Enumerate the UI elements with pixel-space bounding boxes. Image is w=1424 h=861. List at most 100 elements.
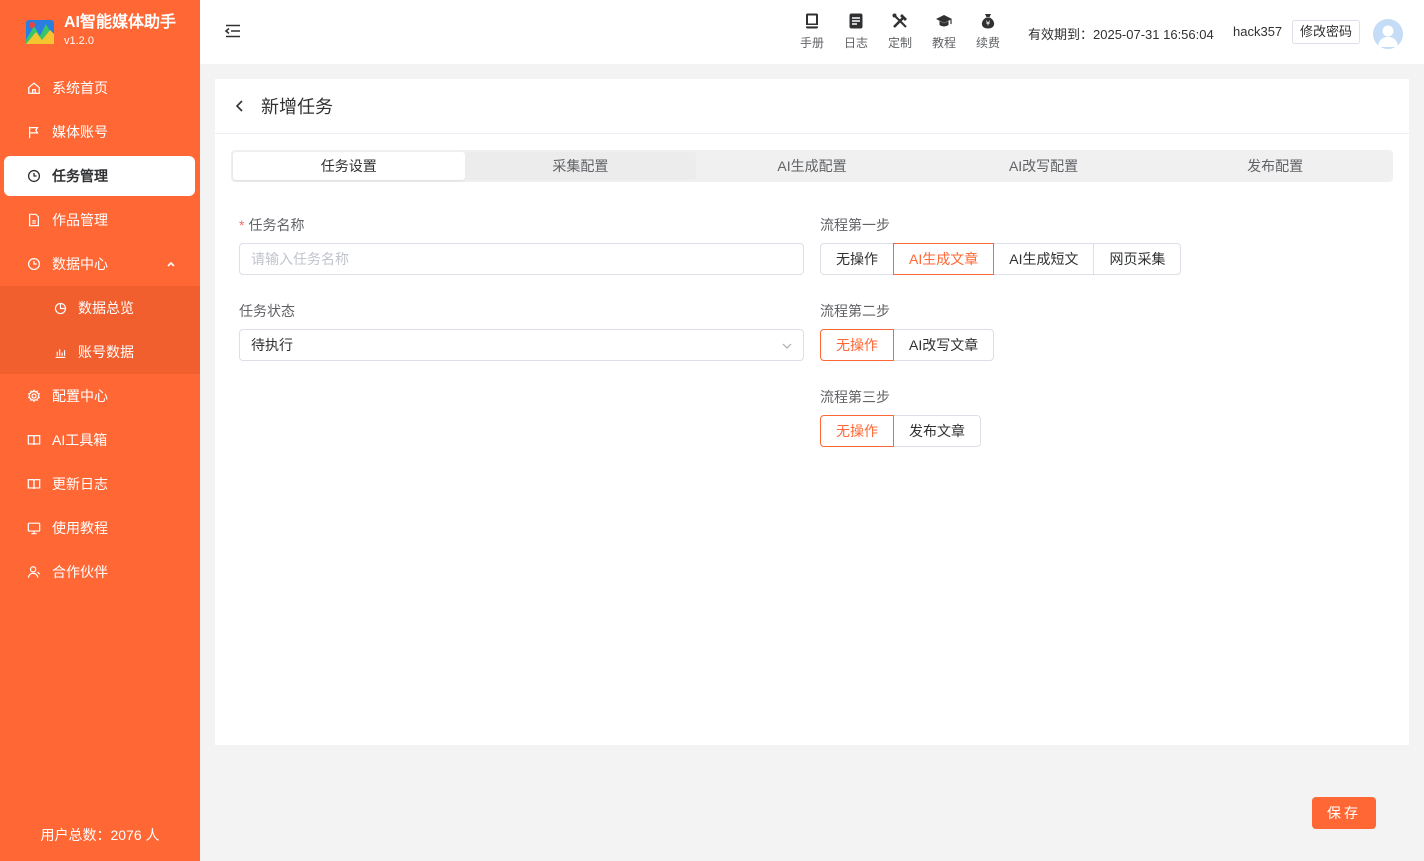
task-form-card: 新增任务 任务设置 采集配置 AI生成配置 AI改写配置 发布配置 * 任务名称 … [215,79,1409,745]
brand: AI智能媒体助手 v1.2.0 [24,14,176,50]
sidebar-menu: 系统首页 媒体账号 任务管理 作品管理 数据中心 数据总览 账号数据 配置中心 … [0,66,200,594]
step2-option-ai-rewrite[interactable]: AI改写文章 [893,329,995,361]
sidebar-item-data-center[interactable]: 数据中心 [0,242,200,286]
menu-collapse-icon[interactable] [224,22,242,40]
step2-option-none[interactable]: 无操作 [820,329,894,361]
sidebar-item-label: 数据总览 [78,300,134,316]
back-arrow-icon[interactable] [233,99,247,113]
sidebar-item-task-management[interactable]: 任务管理 [4,156,195,196]
avatar[interactable] [1373,19,1403,49]
clock-icon [26,256,42,272]
sidebar-item-account-data[interactable]: 账号数据 [0,330,200,374]
page-title: 新增任务 [261,97,333,117]
submenu-data-center: 数据总览 账号数据 [0,286,200,374]
sidebar-item-label: 系统首页 [52,80,108,96]
step3-radio-group: 无操作 发布文章 [820,415,981,447]
pie-chart-icon [52,300,68,316]
sidebar-item-label: 使用教程 [52,520,108,536]
config-tabs: 任务设置 采集配置 AI生成配置 AI改写配置 发布配置 [231,150,1393,182]
step3-option-publish[interactable]: 发布文章 [893,415,981,447]
sidebar-item-ai-toolbox[interactable]: AI工具箱 [0,418,200,462]
sidebar-item-config-center[interactable]: 配置中心 [0,374,200,418]
tab-publish-config[interactable]: 发布配置 [1159,152,1391,180]
chevron-up-icon [166,256,176,272]
user-icon [26,564,42,580]
tool-renew[interactable]: ¥ 续费 [966,12,1010,51]
step1-radio-group: 无操作 AI生成文章 AI生成短文 网页采集 [820,243,1182,275]
sidebar-item-works[interactable]: 作品管理 [0,198,200,242]
step3-option-none[interactable]: 无操作 [820,415,894,447]
tool-label: 日志 [843,36,868,50]
tool-customize[interactable]: 定制 [878,12,922,51]
book-icon [26,476,42,492]
graduation-cap-icon [936,15,952,27]
user-avatar-icon [1378,25,1398,47]
gear-icon [26,388,42,404]
sidebar-item-label: AI工具箱 [52,432,108,448]
step3-label: 流程第三步 [820,389,890,405]
tab-task-settings[interactable]: 任务设置 [233,152,465,180]
sidebar-item-changelog[interactable]: 更新日志 [0,462,200,506]
tool-tutorial[interactable]: 教程 [922,12,966,51]
log-icon [849,13,863,29]
sidebar-item-label: 配置中心 [52,388,108,404]
tools-icon [892,13,907,28]
sidebar-item-media-accounts[interactable]: 媒体账号 [0,110,200,154]
sidebar-item-label: 媒体账号 [52,124,108,140]
tab-ai-generate-config[interactable]: AI生成配置 [696,152,928,180]
chevron-down-icon [782,343,792,349]
sidebar-item-label: 更新日志 [52,476,108,492]
tool-label: 教程 [931,36,956,50]
sidebar-item-label: 数据中心 [52,256,108,272]
top-header: 手册 日志 定制 教程 ¥ 续费 有效期到：2025-07-31 16:56:0… [200,0,1424,64]
step1-label: 流程第一步 [820,217,890,233]
tool-log[interactable]: 日志 [834,12,878,51]
task-name-label: * 任务名称 [239,217,305,233]
app-logo-icon [24,16,56,48]
user-count: 用户总数：2076 人 [40,827,160,843]
step2-label: 流程第二步 [820,303,890,319]
sidebar-item-partners[interactable]: 合作伙伴 [0,550,200,594]
sidebar-item-data-overview[interactable]: 数据总览 [0,286,200,330]
tab-ai-rewrite-config[interactable]: AI改写配置 [928,152,1160,180]
step2-radio-group: 无操作 AI改写文章 [820,329,995,361]
header-tools: 手册 日志 定制 教程 ¥ 续费 [790,12,1010,51]
task-status-label: 任务状态 [239,303,295,319]
save-button[interactable]: 保存 [1312,797,1376,829]
book-icon [26,432,42,448]
manual-icon [806,13,818,29]
sidebar-item-label: 任务管理 [52,168,108,184]
task-status-select[interactable]: 待执行 [239,329,804,361]
app-version: v1.2.0 [64,35,94,47]
expiry-date: 有效期到：2025-07-31 16:56:04 [1028,27,1214,42]
home-icon [26,80,42,96]
sidebar-item-label: 作品管理 [52,212,108,228]
step1-option-ai-article[interactable]: AI生成文章 [893,243,995,275]
step1-option-none[interactable]: 无操作 [820,243,894,275]
svg-text:¥: ¥ [986,20,991,28]
document-icon [26,212,42,228]
step1-option-web-collect[interactable]: 网页采集 [1093,243,1182,275]
task-name-input[interactable]: 请输入任务名称 [239,243,804,275]
sidebar-item-label: 合作伙伴 [52,564,108,580]
card-header: 新增任务 [215,79,1409,134]
tool-label: 定制 [887,36,912,50]
clock-icon [26,168,42,184]
task-status-value: 待执行 [251,337,293,353]
sidebar-item-tutorial[interactable]: 使用教程 [0,506,200,550]
tab-collection-config[interactable]: 采集配置 [464,152,697,180]
sidebar-item-home[interactable]: 系统首页 [0,66,200,110]
bar-chart-icon [52,344,68,360]
money-bag-icon: ¥ [981,14,995,29]
sidebar: AI智能媒体助手 v1.2.0 系统首页 媒体账号 任务管理 作品管理 数据中心… [0,0,200,861]
monitor-icon [26,520,42,536]
step1-option-ai-short[interactable]: AI生成短文 [993,243,1095,275]
username: hack357 [1233,24,1283,39]
change-password-button[interactable]: 修改密码 [1292,20,1361,44]
tool-label: 手册 [799,36,824,50]
tool-label: 续费 [975,36,1000,50]
sidebar-item-label: 账号数据 [78,344,134,360]
tool-manual[interactable]: 手册 [790,12,834,51]
required-asterisk: * [239,217,245,233]
app-title: AI智能媒体助手 [64,14,177,31]
